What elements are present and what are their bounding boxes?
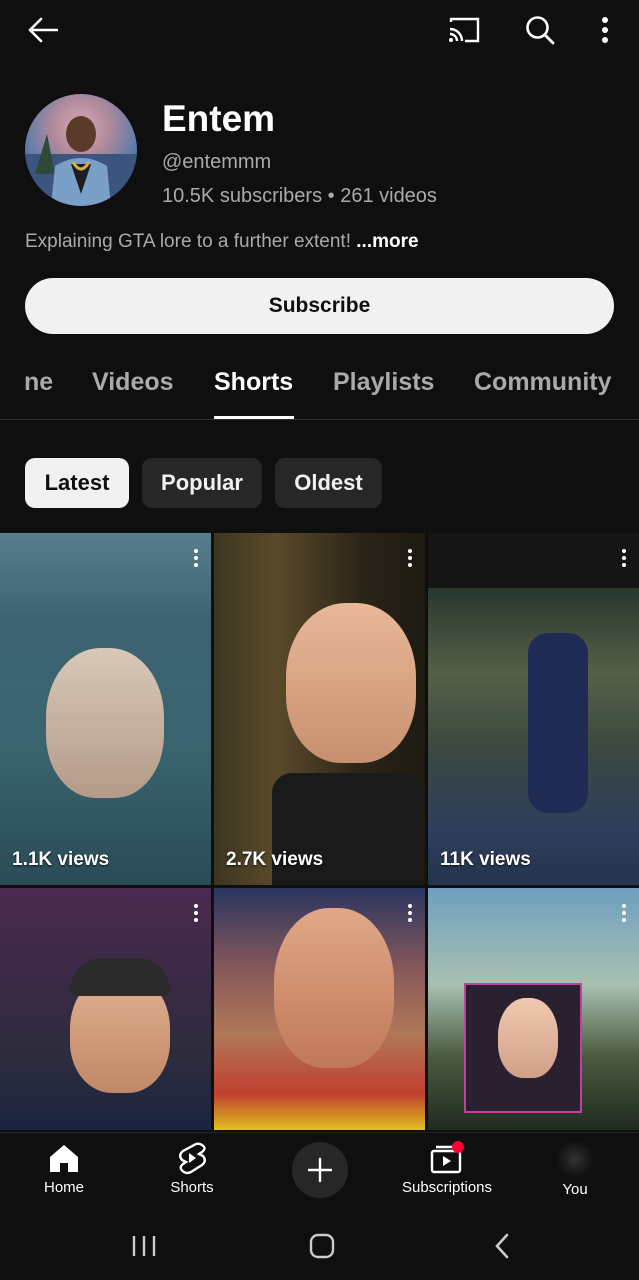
short-thumbnail[interactable]: 2.7K views [214,533,425,885]
filter-popular-chip[interactable]: Popular [142,458,262,508]
thumbnail-image [498,998,558,1078]
thumbnail-player [528,633,588,813]
short-thumbnail[interactable] [214,888,425,1130]
active-tab-indicator [214,416,294,419]
short-thumbnail[interactable]: 1.1K views [0,533,211,885]
description-text: Explaining GTA lore to a further extent! [25,231,357,252]
short-views: 2.7K views [226,849,324,870]
nav-you-label: You [562,1181,588,1198]
profile-avatar-icon [557,1141,593,1177]
thumbnail-faces-row [428,533,639,588]
subscribe-button[interactable]: Subscribe [25,278,614,334]
back-arrow-icon[interactable] [23,10,63,50]
thumbnail-image [46,648,164,798]
shorts-grid: 1.1K views 2.7K views 11K views [0,533,639,1130]
top-app-bar [0,0,639,60]
nav-shorts-label: Shorts [170,1179,214,1196]
thumbnail-image [286,603,416,763]
back-system-icon[interactable] [482,1228,522,1264]
short-views: 1.1K views [12,849,110,870]
more-link[interactable]: ...more [356,231,418,252]
short-more-icon[interactable] [621,549,627,569]
short-thumbnail[interactable]: 11K views [428,533,639,885]
short-more-icon[interactable] [621,904,627,924]
tab-playlists[interactable]: Playlists [333,368,434,397]
short-views: 11K views [440,849,531,870]
short-more-icon[interactable] [407,904,413,924]
nav-shorts[interactable]: Shorts [142,1141,242,1196]
channel-name: Entem [162,98,276,139]
tab-home[interactable]: ne [24,368,53,397]
short-more-icon[interactable] [193,549,199,569]
tab-videos[interactable]: Videos [92,368,174,397]
channel-tabs: ne Videos Shorts Playlists Community [0,350,639,420]
create-button[interactable] [292,1142,348,1198]
bottom-navigation: Home Shorts Subscriptions You [0,1132,639,1212]
channel-stats: 10.5K subscribers • 261 videos [162,185,437,207]
create-plus-icon [307,1157,333,1183]
short-more-icon[interactable] [193,904,199,924]
nav-subscriptions[interactable]: Subscriptions [397,1141,497,1196]
more-vert-icon[interactable] [585,10,625,50]
nav-home-label: Home [43,1179,84,1196]
subscriptions-icon [430,1141,464,1174]
nav-you[interactable]: You [525,1141,625,1198]
short-thumbnail[interactable] [0,888,211,1130]
system-navigation-bar [0,1212,639,1280]
short-thumbnail[interactable] [428,888,639,1130]
home-icon [50,1145,78,1172]
thumbnail-cap [70,958,170,996]
recent-apps-icon[interactable] [124,1228,164,1264]
search-icon[interactable] [520,10,560,50]
nav-home[interactable]: Home [14,1141,114,1196]
thumbnail-image [274,908,394,1068]
shorts-icon [179,1142,206,1175]
home-system-icon[interactable] [302,1228,342,1264]
short-more-icon[interactable] [407,549,413,569]
filter-oldest-chip[interactable]: Oldest [275,458,382,508]
tab-community[interactable]: Community [474,368,612,397]
nav-subscriptions-label: Subscriptions [401,1179,493,1196]
channel-description[interactable]: Explaining GTA lore to a further extent!… [25,231,419,253]
filter-latest-chip[interactable]: Latest [25,458,129,508]
tab-shorts[interactable]: Shorts [214,368,293,397]
cast-icon[interactable] [444,10,484,50]
channel-avatar[interactable] [25,94,137,206]
channel-handle: @entemmm [162,151,272,173]
